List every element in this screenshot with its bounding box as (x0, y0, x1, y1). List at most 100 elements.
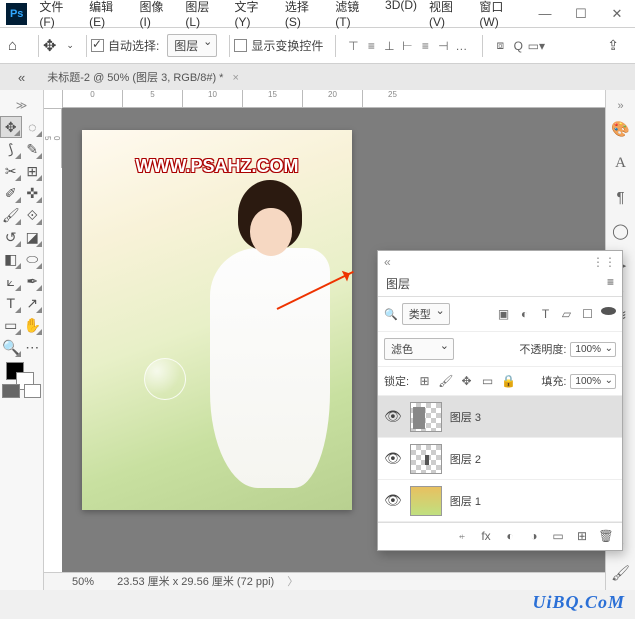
layer-thumbnail[interactable] (410, 402, 442, 432)
fx-icon[interactable]: fx (478, 529, 494, 544)
visibility-icon[interactable]: 👁 (384, 492, 402, 509)
layer-name[interactable]: 图层 3 (450, 409, 481, 425)
frame-tool[interactable]: ⊞ (22, 160, 44, 182)
document-tab[interactable]: 未标题-2 @ 50% (图层 3, RGB/8#) * × (37, 69, 249, 85)
workspace-icon[interactable]: ▭▾ (527, 37, 545, 55)
eyedropper-tool[interactable]: ✐ (0, 182, 22, 204)
search-icon[interactable]: Q (509, 37, 527, 55)
layer-row[interactable]: 👁 图层 3 (378, 396, 622, 438)
tool-preset-caret[interactable]: ⌄ (66, 40, 74, 51)
mask-icon[interactable]: ◐ (502, 529, 518, 544)
auto-select-checkbox[interactable] (91, 39, 104, 52)
collapse-panels-icon[interactable]: « (18, 70, 25, 85)
layer-thumbnail[interactable] (410, 486, 442, 516)
fill-input[interactable]: 100% (570, 374, 616, 389)
paragraph-panel-icon[interactable]: ¶ (610, 186, 632, 208)
align-right-icon[interactable]: ⊣ (434, 37, 452, 55)
move-tool-icon[interactable]: ✥ (43, 36, 56, 56)
type-tool[interactable]: T (0, 292, 22, 314)
zoom-tool[interactable]: 🔍 (0, 336, 22, 358)
layer-name[interactable]: 图层 1 (450, 493, 481, 509)
filter-pixel-icon[interactable]: ▣ (496, 307, 511, 321)
dodge-tool[interactable]: ⟀ (0, 270, 22, 292)
minimize-icon[interactable]: — (527, 0, 563, 28)
color-panel-icon[interactable]: 🎨 (610, 118, 632, 140)
crop-tool[interactable]: ✂ (0, 160, 22, 182)
menu-3d[interactable]: 3D(D) (379, 0, 423, 29)
clone-tool[interactable]: ⟐ (22, 204, 44, 226)
document-info[interactable]: 23.53 厘米 x 29.56 厘米 (72 ppi) (117, 576, 274, 588)
align-more-icon[interactable]: … (452, 37, 470, 55)
align-top-icon[interactable]: ⊤ (344, 37, 362, 55)
filter-toggle[interactable] (601, 307, 616, 315)
filter-type-icon[interactable]: T (538, 307, 553, 321)
marquee-tool[interactable]: ◌ (22, 116, 44, 138)
panel-collapse-icon[interactable]: « (384, 255, 391, 269)
character-panel-icon[interactable]: A (610, 152, 632, 174)
filter-type-dropdown[interactable]: 类型 (402, 303, 450, 325)
panel-grip-icon[interactable]: ⋮⋮ (592, 255, 616, 269)
gradient-tool[interactable]: ◧ (0, 248, 22, 270)
filter-shape-icon[interactable]: ▱ (559, 307, 574, 321)
show-transform-checkbox[interactable] (234, 39, 247, 52)
tab-close-icon[interactable]: × (233, 72, 239, 84)
delete-layer-icon[interactable]: 🗑 (598, 529, 614, 544)
tools-collapse-icon[interactable]: ≫ (0, 94, 43, 116)
filter-adjust-icon[interactable]: ◐ (517, 307, 532, 321)
menu-file[interactable]: 文件(F) (33, 0, 83, 29)
menu-edit[interactable]: 编辑(E) (83, 0, 133, 29)
move-tool[interactable]: ✥ (0, 116, 22, 138)
blend-mode-dropdown[interactable]: 滤色 (384, 338, 454, 360)
adj-layer-icon[interactable]: ◑ (526, 529, 542, 544)
shape-tool[interactable]: ▭ (0, 314, 22, 336)
magic-wand-tool[interactable]: ✎ (22, 138, 44, 160)
home-icon[interactable]: ⌂ (8, 37, 26, 54)
lasso-tool[interactable]: ⟆ (0, 138, 22, 160)
hand-tool[interactable]: ✋ (22, 314, 44, 336)
maximize-icon[interactable]: ☐ (563, 0, 599, 28)
filter-smart-icon[interactable]: ☐ (580, 307, 595, 321)
pen-tool[interactable]: ✒ (22, 270, 44, 292)
history-brush-tool[interactable]: ↺ (0, 226, 22, 248)
path-tool[interactable]: ↗ (22, 292, 44, 314)
panel-menu-icon[interactable]: ≡ (607, 275, 614, 292)
menu-view[interactable]: 视图(V) (423, 0, 473, 29)
align-bot-icon[interactable]: ⊥ (380, 37, 398, 55)
rail-collapse-icon[interactable]: » (617, 100, 623, 112)
document-canvas[interactable]: WWW.PSAHZ.COM (82, 130, 352, 510)
quick-mask-toggle[interactable] (0, 380, 43, 402)
close-icon[interactable]: ✕ (599, 0, 635, 28)
align-left-icon[interactable]: ⊢ (398, 37, 416, 55)
lock-transparent-icon[interactable]: ⊞ (417, 374, 432, 388)
brush-tool[interactable]: 🖌 (0, 204, 22, 226)
edit-toolbar-icon[interactable]: ⋯ (22, 336, 44, 358)
lock-position-icon[interactable]: ✥ (459, 374, 474, 388)
layers-tab[interactable]: 图层 (386, 275, 410, 292)
lock-image-icon[interactable]: 🖌 (438, 374, 453, 388)
auto-select-target-dropdown[interactable]: 图层 (167, 34, 217, 57)
lock-all-icon[interactable]: 🔒 (501, 374, 516, 388)
new-layer-icon[interactable]: ⊞ (574, 529, 590, 544)
menu-image[interactable]: 图像(I) (134, 0, 180, 29)
share-icon[interactable]: ⇪ (607, 37, 619, 54)
link-layers-icon[interactable]: ⍅ (454, 529, 470, 544)
menu-select[interactable]: 选择(S) (279, 0, 329, 29)
menu-window[interactable]: 窗口(W) (473, 0, 527, 29)
lock-artboard-icon[interactable]: ▭ (480, 374, 495, 388)
align-center-icon[interactable]: ≡ (416, 37, 434, 55)
layer-thumbnail[interactable] (410, 444, 442, 474)
visibility-icon[interactable]: 👁 (384, 450, 402, 467)
adjustments-panel-icon[interactable]: ◯ (610, 220, 632, 242)
layer-row[interactable]: 👁 图层 2 (378, 438, 622, 480)
blur-tool[interactable]: ⬭ (22, 248, 44, 270)
menu-type[interactable]: 文字(Y) (229, 0, 279, 29)
opacity-input[interactable]: 100% (570, 342, 616, 357)
menu-filter[interactable]: 滤镜(T) (329, 0, 379, 29)
zoom-value[interactable]: 50% (72, 576, 94, 588)
filter-search-icon[interactable]: 🔍 (384, 308, 398, 321)
eraser-tool[interactable]: ◪ (22, 226, 44, 248)
visibility-icon[interactable]: 👁 (384, 408, 402, 425)
group-icon[interactable]: ▭ (550, 529, 566, 544)
healing-tool[interactable]: ✜ (22, 182, 44, 204)
3d-mode-icon[interactable]: ⧈ (491, 37, 509, 55)
